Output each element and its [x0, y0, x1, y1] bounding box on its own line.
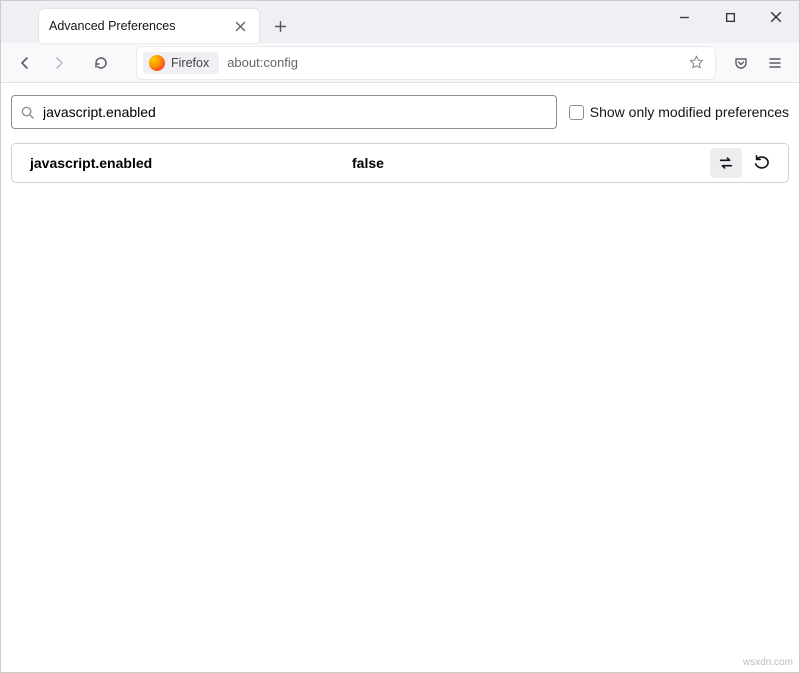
browser-tab[interactable]: Advanced Preferences	[39, 9, 259, 43]
titlebar: Advanced Preferences	[1, 1, 799, 43]
reload-button[interactable]	[85, 47, 117, 79]
preference-actions	[710, 148, 788, 178]
identity-box[interactable]: Firefox	[143, 52, 219, 74]
new-tab-button[interactable]	[265, 11, 295, 41]
identity-label: Firefox	[171, 56, 209, 70]
pocket-button[interactable]	[725, 47, 757, 79]
window-controls	[661, 1, 799, 37]
app-menu-button[interactable]	[759, 47, 791, 79]
close-window-button[interactable]	[753, 1, 799, 33]
url-bar[interactable]: Firefox about:config	[137, 47, 715, 79]
firefox-logo-icon	[149, 55, 165, 71]
search-icon	[20, 105, 35, 120]
page-content: Show only modified preferences javascrip…	[1, 83, 799, 195]
preference-value: false	[352, 155, 710, 171]
bookmark-star-icon[interactable]	[688, 54, 705, 71]
minimize-button[interactable]	[661, 1, 707, 33]
toggle-button[interactable]	[710, 148, 742, 178]
search-row: Show only modified preferences	[11, 95, 789, 129]
forward-button[interactable]	[43, 47, 75, 79]
maximize-button[interactable]	[707, 1, 753, 33]
tab-title: Advanced Preferences	[49, 19, 175, 33]
url-text: about:config	[223, 55, 298, 70]
show-modified-option[interactable]: Show only modified preferences	[569, 104, 789, 120]
search-input[interactable]	[43, 104, 548, 120]
search-box	[11, 95, 557, 129]
reset-button[interactable]	[746, 148, 778, 178]
show-modified-label: Show only modified preferences	[590, 104, 789, 120]
watermark: wsxdn.com	[743, 657, 793, 668]
back-button[interactable]	[9, 47, 41, 79]
preference-name: javascript.enabled	[12, 155, 352, 171]
close-tab-icon[interactable]	[231, 17, 249, 35]
nav-toolbar: Firefox about:config	[1, 43, 799, 83]
show-modified-checkbox[interactable]	[569, 105, 584, 120]
preference-row: javascript.enabled false	[11, 143, 789, 183]
